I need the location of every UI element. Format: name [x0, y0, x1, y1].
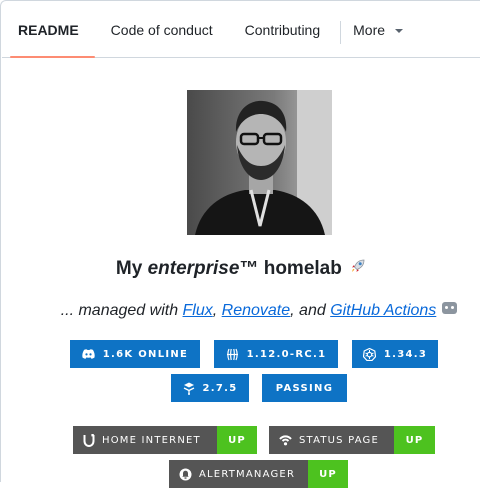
tagline-prefix: ... managed with — [60, 302, 183, 319]
title-emphasis: enterprise — [147, 258, 240, 279]
readme-panel: README Code of conduct Contributing More — [0, 0, 480, 488]
ubiquiti-icon — [83, 433, 95, 447]
chevron-down-icon — [395, 28, 404, 33]
build-status-text: PASSING — [275, 382, 334, 394]
readme-tagline: ... managed with Flux, Renovate, and Git… — [2, 302, 480, 320]
home-internet-value: UP — [217, 426, 257, 454]
tab-readme[interactable]: README — [2, 2, 95, 58]
flux-badge[interactable]: 2.7.5 — [171, 374, 249, 402]
github-actions-link[interactable]: GitHub Actions — [330, 302, 436, 319]
title-suffix: ™ homelab — [239, 258, 342, 279]
avatar — [187, 90, 332, 235]
status-page-status-badge[interactable]: STATUS PAGE UP — [269, 426, 435, 454]
tagline-separator-2: , and — [290, 302, 331, 319]
tagline-separator-1: , — [212, 302, 222, 319]
home-internet-label-section: HOME INTERNET — [73, 426, 217, 454]
status-page-value-text: UP — [405, 434, 424, 446]
tab-divider — [340, 21, 342, 44]
flux-link[interactable]: Flux — [183, 302, 213, 319]
status-page-icon — [279, 435, 292, 446]
flux-icon — [183, 382, 194, 395]
talos-badge[interactable]: 1.12.0-RC.1 — [214, 340, 338, 368]
alertmanager-label-section: ALERTMANAGER — [169, 460, 308, 488]
rocket-icon — [350, 258, 366, 278]
alertmanager-label: ALERTMANAGER — [199, 468, 296, 480]
tab-readme-label: README — [18, 21, 79, 38]
flux-badge-text: 2.7.5 — [202, 382, 238, 394]
kubernetes-icon — [362, 347, 376, 361]
avatar-portrait — [187, 90, 332, 235]
talos-icon — [226, 348, 238, 360]
alertmanager-value: UP — [308, 460, 348, 488]
status-page-label: STATUS PAGE — [299, 434, 380, 446]
discord-badge[interactable]: 1.6K ONLINE — [70, 340, 200, 368]
home-internet-status-badge[interactable]: HOME INTERNET UP — [73, 426, 257, 454]
tab-contributing-label: Contributing — [244, 21, 321, 38]
alertmanager-status-badge[interactable]: ALERTMANAGER UP — [169, 460, 348, 488]
more-tabs-label: More — [353, 21, 386, 38]
alertmanager-value-text: UP — [319, 468, 337, 480]
tab-code-of-conduct[interactable]: Code of conduct — [95, 2, 229, 57]
robot-icon — [442, 302, 458, 314]
build-status-badge[interactable]: PASSING — [262, 374, 347, 402]
renovate-link[interactable]: Renovate — [222, 302, 291, 319]
tab-contributing[interactable]: Contributing — [229, 2, 337, 57]
discord-badge-text: 1.6K ONLINE — [102, 348, 189, 360]
tab-code-of-conduct-label: Code of conduct — [110, 21, 213, 38]
status-page-label-section: STATUS PAGE — [269, 426, 394, 454]
discord-icon — [82, 349, 95, 359]
home-internet-label: HOME INTERNET — [102, 434, 201, 446]
home-internet-value-text: UP — [228, 434, 246, 446]
title-prefix: My — [115, 258, 148, 279]
talos-badge-text: 1.12.0-RC.1 — [246, 348, 327, 360]
readme-tabs: README Code of conduct Contributing More — [2, 2, 480, 58]
kubernetes-badge[interactable]: 1.34.3 — [352, 340, 438, 368]
alertmanager-icon — [179, 468, 192, 480]
readme-title: My enterprise™ homelab — [2, 258, 480, 280]
more-tabs-button[interactable]: More — [345, 2, 419, 57]
readme-content: My enterprise™ homelab ... managed with … — [2, 59, 480, 488]
status-page-value: UP — [394, 426, 435, 454]
kubernetes-badge-text: 1.34.3 — [383, 348, 428, 360]
